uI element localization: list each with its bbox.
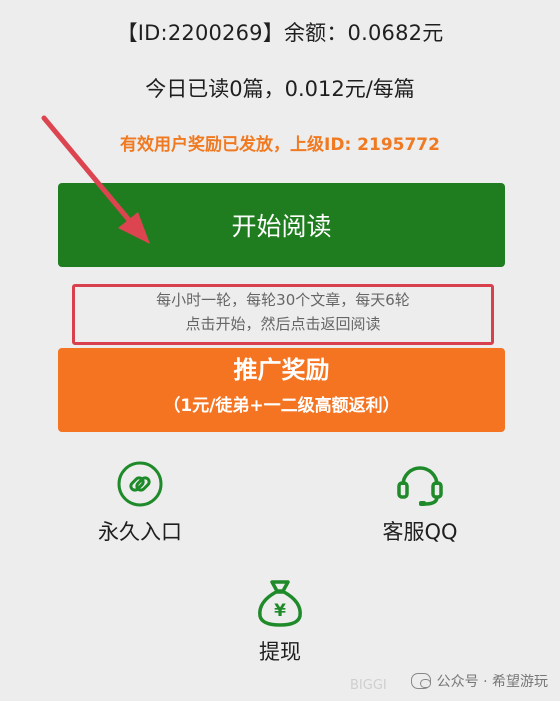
permanent-entry-tile[interactable]: 永久入口 [60, 460, 220, 546]
wechat-icon [410, 673, 431, 689]
link-icon [117, 461, 163, 507]
promotion-reward-button[interactable]: 推广奖励 （1元/徒弟+一二级高额返利） [58, 348, 505, 432]
money-bag-icon: ¥ [258, 580, 302, 627]
headset-icon [397, 466, 443, 506]
promotion-subtitle: （1元/徒弟+一二级高额返利） [163, 396, 400, 416]
rules-line-1: 每小时一轮，每轮30个文章，每天6轮 [156, 291, 410, 309]
rules-box: 每小时一轮，每轮30个文章，每天6轮 点击开始，然后点击返回阅读 [72, 284, 494, 345]
start-reading-label: 开始阅读 [231, 212, 332, 241]
permanent-entry-label: 永久入口 [98, 520, 182, 544]
start-reading-button[interactable]: 开始阅读 [58, 183, 505, 267]
customer-service-tile[interactable]: 客服QQ [340, 458, 500, 546]
rules-line-2: 点击开始，然后点击返回阅读 [185, 315, 381, 333]
today-read-text: 今日已读0篇，0.012元/每篇 [145, 77, 415, 101]
customer-service-label: 客服QQ [382, 520, 458, 544]
account-balance-text: 【ID:2200269】余额：0.0682元 [116, 21, 444, 45]
promotion-title: 推广奖励 [233, 356, 330, 384]
svg-text:¥: ¥ [274, 601, 286, 621]
withdraw-label: 提现 [259, 640, 301, 664]
faint-watermark: BIGGI [350, 678, 387, 693]
reward-notice-text: 有效用户奖励已发放，上级ID: 2195772 [120, 135, 440, 155]
withdraw-tile[interactable]: ¥ 提现 [200, 578, 360, 666]
wechat-watermark: 公众号 · 希望游玩 [410, 671, 548, 691]
watermark-text: 公众号 · 希望游玩 [436, 674, 548, 690]
